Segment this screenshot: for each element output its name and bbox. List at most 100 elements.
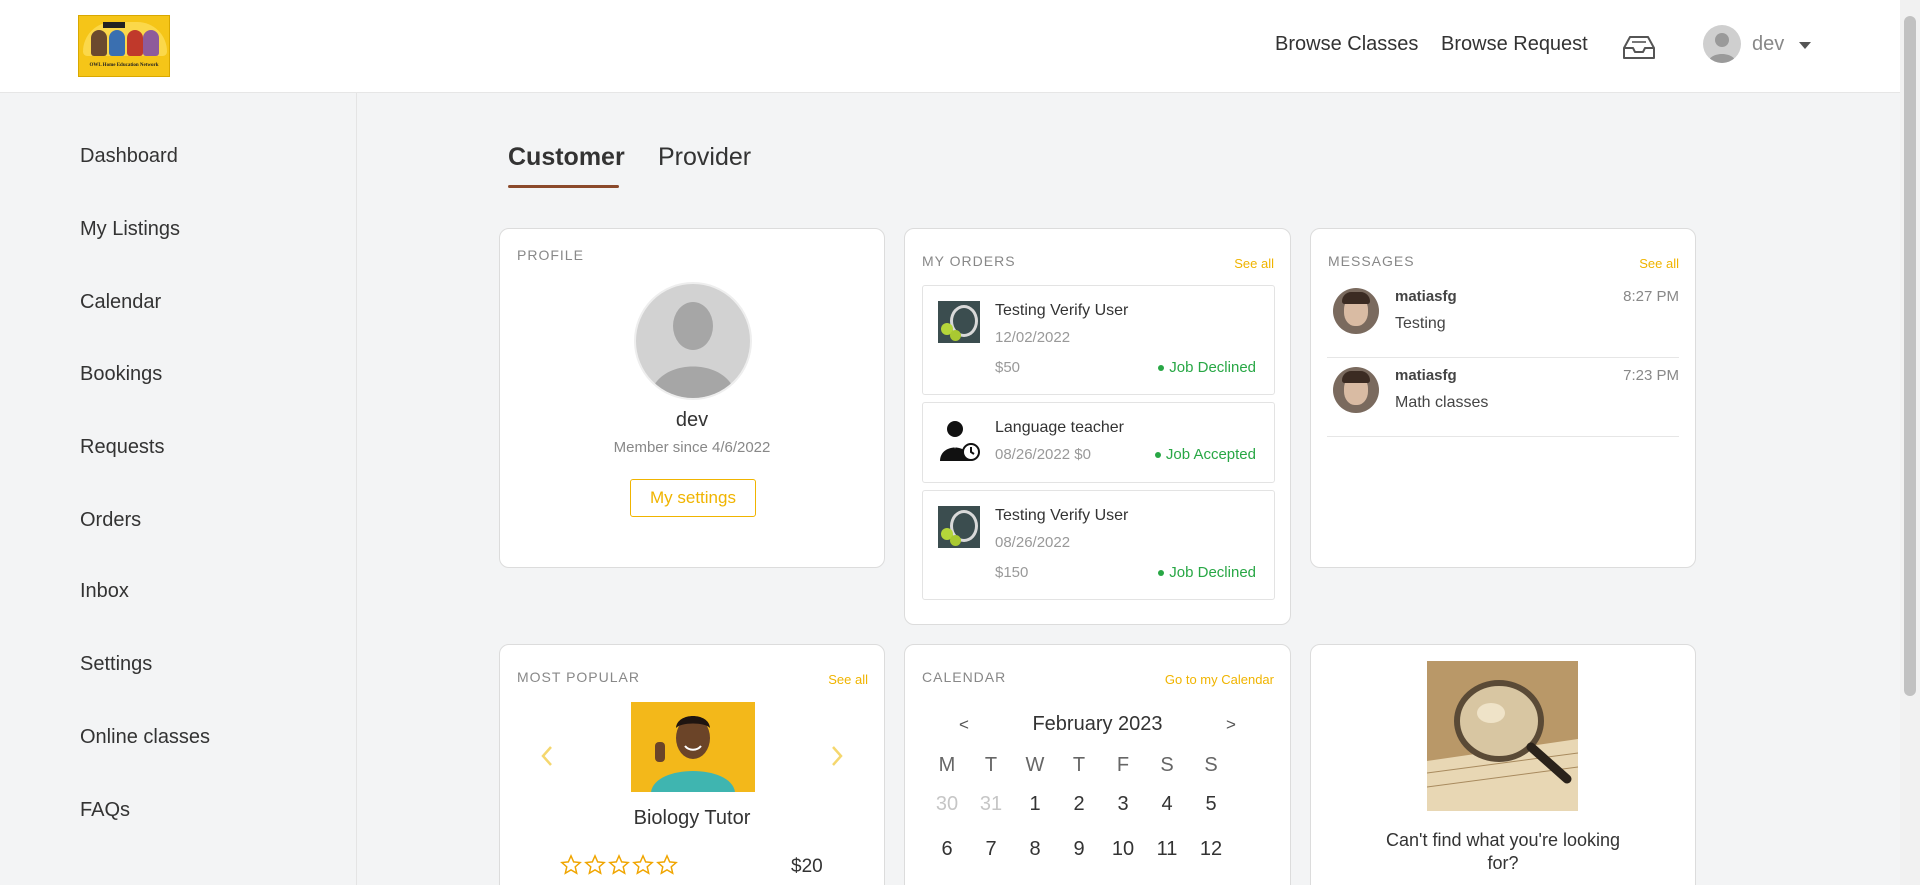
scrollbar-thumb[interactable]	[1904, 16, 1916, 696]
order-price: $50	[995, 359, 1021, 376]
browse-classes-link[interactable]: Browse Classes	[1275, 33, 1418, 56]
active-tab-indicator	[508, 185, 619, 188]
chevron-left-icon[interactable]	[540, 745, 554, 772]
divider	[1327, 357, 1679, 358]
weekday-label: M	[938, 754, 956, 776]
star-outline-icon	[584, 854, 606, 875]
tutor-photo[interactable]	[631, 702, 755, 792]
calendar-day[interactable]: 9	[1059, 838, 1099, 861]
sidebar-item-requests[interactable]: Requests	[80, 436, 165, 459]
magnifier-book-image	[1427, 661, 1578, 811]
profile-card-title: PROFILE	[517, 247, 584, 263]
tab-customer[interactable]: Customer	[508, 143, 625, 172]
messages-see-all-link[interactable]: See all	[1639, 256, 1679, 271]
status-dot	[1154, 452, 1161, 459]
message-time: 7:23 PM	[1623, 367, 1679, 384]
message-preview: Math classes	[1395, 394, 1489, 411]
profile-card: PROFILE dev Member since 4/6/2022 My set…	[499, 228, 885, 568]
order-date-price: 08/26/2022 $0	[995, 446, 1091, 463]
sidebar-item-dashboard[interactable]: Dashboard	[80, 145, 178, 168]
calendar-next-button[interactable]: >	[1226, 715, 1236, 735]
calendar-card: CALENDAR Go to my Calendar < February 20…	[904, 644, 1291, 885]
sidebar-item-faqs[interactable]: FAQs	[80, 799, 130, 822]
calendar-day[interactable]: 8	[1015, 838, 1055, 861]
logo-text: OWL Home Education Network	[89, 63, 159, 68]
weekday-label: F	[1116, 754, 1130, 776]
sidebar-item-online-classes[interactable]: Online classes	[80, 726, 210, 749]
chevron-right-icon[interactable]	[830, 745, 844, 772]
sidebar-item-settings[interactable]: Settings	[80, 653, 152, 676]
site-logo[interactable]: OWL Home Education Network	[78, 15, 170, 77]
sidebar-item-inbox[interactable]: Inbox	[80, 580, 129, 603]
find-help-card: Can't find what you're looking for?	[1310, 644, 1696, 885]
order-item[interactable]: Language teacher 08/26/2022 $0 Job Accep…	[922, 402, 1275, 483]
messages-card: MESSAGES See all matiasfg Testing 8:27 P…	[1310, 228, 1696, 568]
message-item[interactable]: matiasfg Math classes 7:23 PM	[1311, 363, 1695, 433]
order-item[interactable]: Testing Verify User 12/02/2022 $50 Job D…	[922, 285, 1275, 395]
profile-name: dev	[675, 409, 709, 431]
orders-see-all-link[interactable]: See all	[1234, 256, 1274, 271]
tab-provider[interactable]: Provider	[658, 143, 751, 172]
user-name[interactable]: dev	[1752, 33, 1784, 56]
sidebar-item-my-listings[interactable]: My Listings	[80, 218, 180, 241]
calendar-day[interactable]: 4	[1147, 793, 1187, 816]
orders-card: MY ORDERS See all Testing Verify User 12…	[904, 228, 1291, 625]
calendar-day[interactable]: 31	[971, 793, 1011, 816]
message-sender: matiasfg	[1395, 367, 1457, 384]
popular-see-all-link[interactable]: See all	[828, 672, 868, 687]
calendar-day[interactable]: 1	[1015, 793, 1055, 816]
status-dot	[1158, 365, 1165, 372]
top-header: OWL Home Education Network Browse Classe…	[0, 0, 1900, 93]
message-item[interactable]: matiasfg Testing 8:27 PM	[1311, 284, 1695, 354]
calendar-day[interactable]: 10	[1103, 838, 1143, 861]
order-status-text: Job Declined	[1169, 564, 1256, 581]
message-time: 8:27 PM	[1623, 288, 1679, 305]
avatar	[1333, 367, 1379, 413]
divider	[1327, 436, 1679, 437]
sidebar-item-bookings[interactable]: Bookings	[80, 363, 162, 386]
go-to-calendar-link[interactable]: Go to my Calendar	[1165, 672, 1274, 687]
calendar-day[interactable]: 6	[927, 838, 967, 861]
order-item[interactable]: Testing Verify User 08/26/2022 $150 Job …	[922, 490, 1275, 600]
calendar-day[interactable]: 7	[971, 838, 1011, 861]
star-rating	[560, 854, 678, 876]
browse-request-link[interactable]: Browse Request	[1441, 33, 1588, 56]
calendar-day[interactable]: 2	[1059, 793, 1099, 816]
main-content: Customer Provider PROFILE dev Member sin…	[357, 93, 1900, 885]
calendar-day[interactable]: 3	[1103, 793, 1143, 816]
star-outline-icon	[608, 854, 630, 875]
user-avatar[interactable]	[1703, 25, 1741, 63]
page-scrollbar[interactable]	[1900, 0, 1920, 885]
sidebar: Dashboard My Listings Calendar Bookings …	[0, 93, 357, 885]
inbox-tray-icon[interactable]	[1622, 34, 1656, 60]
weekday-label: W	[1025, 754, 1045, 776]
order-status-text: Job Declined	[1169, 359, 1256, 376]
calendar-day[interactable]: 5	[1191, 793, 1231, 816]
profile-avatar	[634, 282, 752, 400]
order-date: 12/02/2022	[995, 329, 1071, 346]
order-title: Language teacher	[995, 419, 1124, 436]
calendar-card-title: CALENDAR	[922, 669, 1007, 685]
calendar-day[interactable]: 11	[1147, 838, 1187, 861]
member-since: Member since 4/6/2022	[613, 439, 771, 456]
message-sender: matiasfg	[1395, 288, 1457, 305]
weekday-label: S	[1160, 754, 1174, 776]
sidebar-item-orders[interactable]: Orders	[80, 509, 141, 532]
order-title: Testing Verify User	[995, 507, 1129, 524]
orders-card-title: MY ORDERS	[922, 253, 1016, 269]
teacher-clock-icon	[938, 419, 980, 461]
popular-item-price: $20	[791, 856, 823, 877]
order-date: 08/26/2022	[995, 534, 1071, 551]
chevron-down-icon[interactable]	[1799, 42, 1811, 49]
popular-item-title[interactable]: Biology Tutor	[500, 807, 884, 830]
find-help-text: Can't find what you're looking for?	[1385, 830, 1620, 873]
order-price: $150	[995, 564, 1029, 581]
calendar-day[interactable]: 30	[927, 793, 967, 816]
sidebar-item-calendar[interactable]: Calendar	[80, 291, 161, 314]
order-status: Job Declined	[1158, 564, 1256, 581]
my-settings-button[interactable]: My settings	[630, 479, 756, 517]
order-status: Job Accepted	[1154, 446, 1256, 463]
weekday-label: T	[984, 754, 998, 776]
calendar-day[interactable]: 12	[1191, 838, 1231, 861]
tennis-thumbnail	[938, 506, 980, 548]
